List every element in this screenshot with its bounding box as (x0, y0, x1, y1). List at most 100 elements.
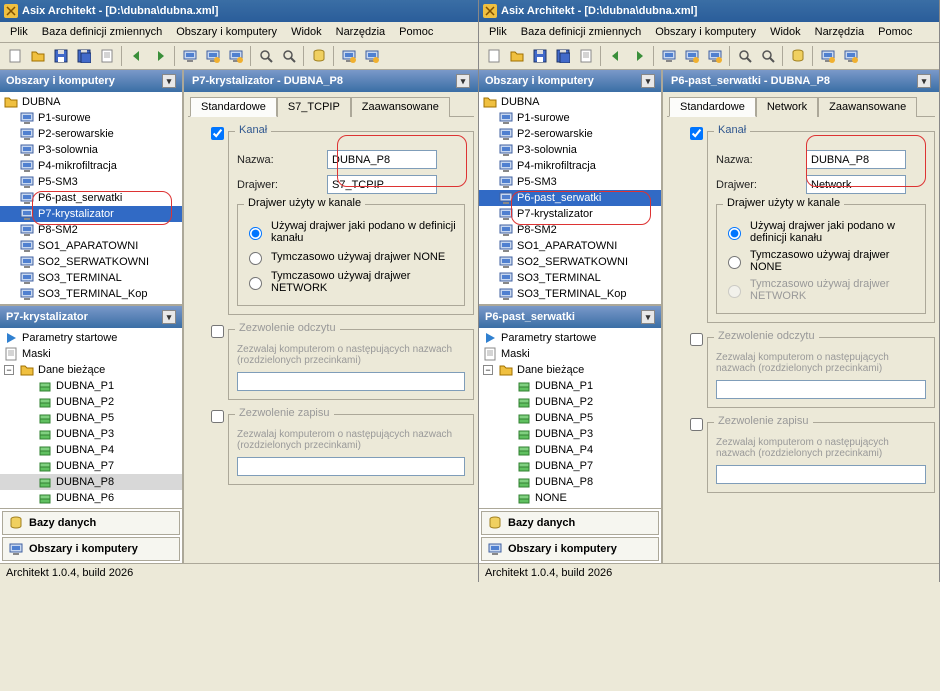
input-drajwer[interactable] (327, 175, 437, 194)
tb-save[interactable] (50, 45, 72, 67)
collapse-icon[interactable]: ▾ (162, 74, 176, 88)
tree-item[interactable]: P6-past_serwatki (479, 190, 661, 206)
menu-narzedzia[interactable]: Narzędzia (811, 24, 869, 40)
zza-checkbox[interactable] (211, 410, 224, 423)
menu-pomoc[interactable]: Pomoc (395, 24, 437, 40)
dane-item[interactable]: DUBNA_P4 (479, 442, 661, 458)
menu-widok[interactable]: Widok (766, 24, 805, 40)
tab-zaawansowane[interactable]: Zaawansowane (818, 97, 917, 117)
tb-back[interactable] (605, 45, 627, 67)
dane-item[interactable]: DUBNA_P2 (479, 394, 661, 410)
tb-pc2[interactable] (681, 45, 703, 67)
tb-saveall[interactable] (552, 45, 574, 67)
input-zod[interactable] (716, 380, 926, 399)
tree-item[interactable]: P6-past_serwatki (0, 190, 182, 206)
node-dane[interactable]: Dane bieżące (38, 364, 105, 376)
tb-pc1[interactable] (179, 45, 201, 67)
nav-bazy-danych[interactable]: Bazy danych (481, 511, 659, 535)
dane-item[interactable]: NONE (479, 490, 661, 506)
radio-network[interactable] (249, 277, 262, 290)
tree-item[interactable]: P5-SM3 (0, 174, 182, 190)
tb-save[interactable] (529, 45, 551, 67)
tb-back[interactable] (126, 45, 148, 67)
zod-checkbox[interactable] (690, 333, 703, 346)
menu-pomoc[interactable]: Pomoc (874, 24, 916, 40)
tree-item[interactable]: P7-krystalizator (0, 206, 182, 222)
dane-item[interactable]: DUBNA_P4 (0, 442, 182, 458)
tree-item[interactable]: SO2_SERWATKOWNI (0, 254, 182, 270)
tree-item[interactable]: P2-serowarskie (0, 126, 182, 142)
detail-tree[interactable]: Parametry startowe Maski −Dane bieżące D… (479, 328, 661, 508)
tb-open[interactable] (27, 45, 49, 67)
tree-item[interactable]: P7-krystalizator (479, 206, 661, 222)
node-start[interactable]: Parametry startowe (501, 332, 596, 344)
zza-checkbox[interactable] (690, 418, 703, 431)
menu-plik[interactable]: Plik (6, 24, 32, 40)
tb-zoom2[interactable] (757, 45, 779, 67)
dane-item[interactable]: DUBNA_P7 (479, 458, 661, 474)
collapse-icon[interactable]: ▾ (641, 310, 655, 324)
radio-def[interactable] (249, 227, 262, 240)
menu-baza[interactable]: Baza definicji zmiennych (38, 24, 166, 40)
nav-obszary[interactable]: Obszary i komputery (481, 537, 659, 561)
input-drajwer[interactable] (806, 175, 906, 194)
tree-item[interactable]: P1-surowe (479, 110, 661, 126)
kanal-checkbox[interactable] (211, 127, 224, 140)
tree-item[interactable]: SO3_TERMINAL_Kop (479, 286, 661, 302)
tree-root[interactable]: DUBNA (479, 94, 661, 110)
collapse-icon[interactable]: − (483, 365, 493, 375)
node-maski[interactable]: Maski (501, 348, 530, 360)
radio-def[interactable] (728, 227, 741, 240)
input-zza[interactable] (716, 465, 926, 484)
tree-item[interactable]: P8-SM2 (479, 222, 661, 238)
menu-narzedzia[interactable]: Narzędzia (332, 24, 390, 40)
collapse-icon[interactable]: ▾ (456, 74, 470, 88)
nav-bazy-danych[interactable]: Bazy danych (2, 511, 180, 535)
tb-db[interactable] (787, 45, 809, 67)
tb-x1[interactable] (817, 45, 839, 67)
node-start[interactable]: Parametry startowe (22, 332, 117, 344)
menu-obszary[interactable]: Obszary i komputery (651, 24, 760, 40)
collapse-icon[interactable]: − (4, 365, 14, 375)
tb-pc3[interactable] (225, 45, 247, 67)
tab-standardowe[interactable]: Standardowe (669, 97, 756, 117)
tree-root[interactable]: DUBNA (0, 94, 182, 110)
tb-db[interactable] (308, 45, 330, 67)
dane-item[interactable]: DUBNA_P5 (479, 410, 661, 426)
input-zod[interactable] (237, 372, 465, 391)
menu-baza[interactable]: Baza definicji zmiennych (517, 24, 645, 40)
tb-doc[interactable] (575, 45, 597, 67)
tb-x2[interactable] (840, 45, 862, 67)
areas-tree[interactable]: DUBNAP1-suroweP2-serowarskieP3-solowniaP… (479, 92, 661, 306)
tb-open[interactable] (506, 45, 528, 67)
tab-s7tcpip[interactable]: S7_TCPIP (277, 97, 351, 117)
tab-zaawansowane[interactable]: Zaawansowane (351, 97, 450, 117)
input-nazwa[interactable] (327, 150, 437, 169)
dane-item[interactable]: DUBNA_P7 (0, 458, 182, 474)
tree-item[interactable]: SO3_TERMINAL_Kop (0, 286, 182, 302)
nav-obszary[interactable]: Obszary i komputery (2, 537, 180, 561)
areas-tree[interactable]: DUBNAP1-suroweP2-serowarskieP3-solowniaP… (0, 92, 182, 306)
tb-fwd[interactable] (628, 45, 650, 67)
tree-item[interactable]: SO1_APARATOWNI (0, 238, 182, 254)
tree-item[interactable]: P4-mikrofiltracja (479, 158, 661, 174)
dane-item[interactable]: DUBNA_P8 (479, 474, 661, 490)
tb-zoom[interactable] (255, 45, 277, 67)
tb-zoom[interactable] (734, 45, 756, 67)
dane-item[interactable]: DUBNA_P3 (479, 426, 661, 442)
dane-item[interactable]: DUBNA_P8 (0, 474, 182, 490)
tree-item[interactable]: P2-serowarskie (479, 126, 661, 142)
tb-new[interactable] (4, 45, 26, 67)
tree-item[interactable]: P3-solownia (479, 142, 661, 158)
tb-fwd[interactable] (149, 45, 171, 67)
dane-item[interactable]: DUBNA_P6 (0, 490, 182, 506)
tb-x1[interactable] (338, 45, 360, 67)
tree-item[interactable]: P3-solownia (0, 142, 182, 158)
dane-item[interactable]: DUBNA_P1 (0, 378, 182, 394)
radio-none[interactable] (249, 252, 262, 265)
tree-item[interactable]: P5-SM3 (479, 174, 661, 190)
tb-zoom2[interactable] (278, 45, 300, 67)
menu-widok[interactable]: Widok (287, 24, 326, 40)
tree-item[interactable]: P8-SM2 (0, 222, 182, 238)
tb-x2[interactable] (361, 45, 383, 67)
